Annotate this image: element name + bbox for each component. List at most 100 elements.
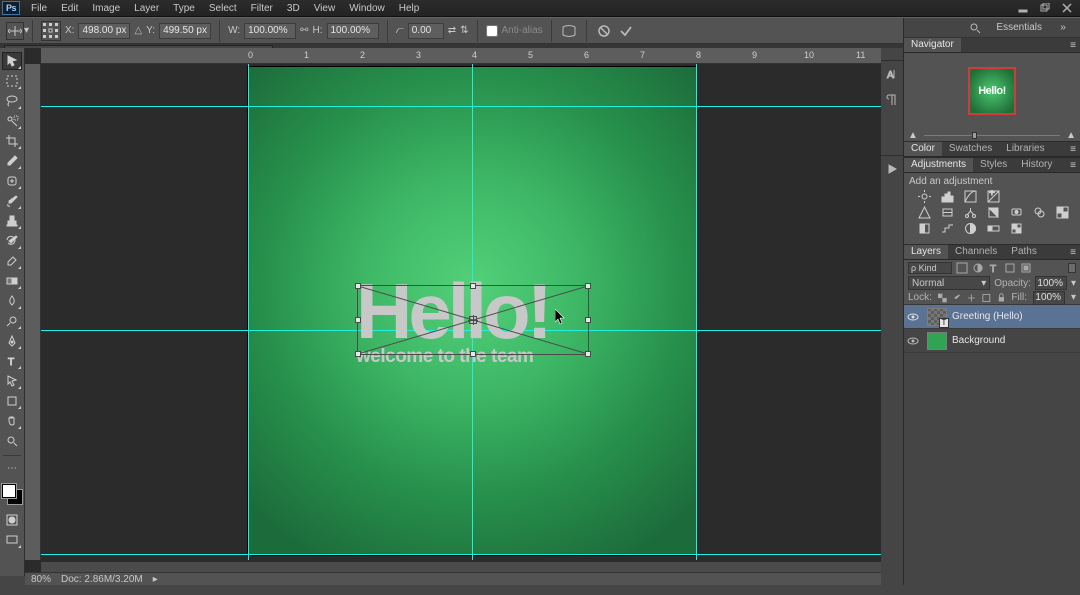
channel-mixer-adj-icon[interactable] <box>1032 206 1046 218</box>
menu-image[interactable]: Image <box>85 1 127 16</box>
filter-adjust-icon[interactable] <box>972 262 984 274</box>
visibility-toggle-icon[interactable] <box>904 311 922 323</box>
tab-history[interactable]: History <box>1014 158 1059 172</box>
panel-menu-icon[interactable]: ≡ <box>1066 142 1080 156</box>
link-wh-icon[interactable]: ⚯ <box>300 25 308 36</box>
panel-menu-icon[interactable]: ≡ <box>1066 38 1080 52</box>
transform-handle[interactable] <box>585 317 591 323</box>
quick-mask-icon[interactable] <box>2 511 22 529</box>
reference-point-icon[interactable] <box>41 21 61 41</box>
menu-select[interactable]: Select <box>202 1 244 16</box>
menu-view[interactable]: View <box>307 1 343 16</box>
move-tool-icon[interactable] <box>2 52 22 70</box>
menu-window[interactable]: Window <box>342 1 392 16</box>
hue-sat-adj-icon[interactable] <box>940 206 954 218</box>
visibility-toggle-icon[interactable] <box>904 335 922 347</box>
h-field[interactable]: 100.00% <box>327 23 379 39</box>
opacity-field[interactable]: 100% <box>1035 276 1067 290</box>
type-tool-icon[interactable]: T <box>2 352 22 370</box>
zoom-tool-icon[interactable] <box>2 432 22 450</box>
paragraph-panel-icon[interactable] <box>882 89 902 111</box>
x-field[interactable]: 498.00 px <box>78 23 130 39</box>
marquee-tool-icon[interactable] <box>2 72 22 90</box>
guide-vertical[interactable] <box>696 64 697 560</box>
layer-row[interactable]: T Greeting (Hello) <box>904 305 1080 329</box>
menu-help[interactable]: Help <box>392 1 427 16</box>
status-zoom[interactable]: 80% <box>31 574 51 585</box>
posterize-adj-icon[interactable] <box>940 222 954 234</box>
transform-pivot-icon[interactable] <box>469 316 477 324</box>
shear-h-icon[interactable]: ⇄ <box>448 25 456 36</box>
swap-xy-icon[interactable]: △ <box>134 25 142 36</box>
filter-pixel-icon[interactable] <box>956 262 968 274</box>
layer-name[interactable]: Greeting (Hello) <box>952 311 1023 322</box>
transform-handle[interactable] <box>470 351 476 357</box>
cancel-transform-icon[interactable] <box>595 22 613 40</box>
tab-navigator[interactable]: Navigator <box>904 38 961 52</box>
color-balance-adj-icon[interactable] <box>963 206 977 218</box>
edit-toolbar-icon[interactable]: ⋯ <box>2 459 22 477</box>
collapse-panels-icon[interactable]: » <box>1052 20 1074 36</box>
transform-handle[interactable] <box>355 351 361 357</box>
stamp-tool-icon[interactable] <box>2 212 22 230</box>
tab-styles[interactable]: Styles <box>973 158 1014 172</box>
status-flyout-icon[interactable]: ▸ <box>153 574 158 585</box>
lock-artboard-icon[interactable] <box>982 293 991 303</box>
window-minimize-icon[interactable] <box>1012 1 1034 15</box>
bw-adj-icon[interactable] <box>986 206 1000 218</box>
transform-tool-icon[interactable]: ▾ <box>6 22 24 40</box>
lock-all-icon[interactable] <box>997 293 1006 303</box>
guide-vertical[interactable] <box>248 64 249 560</box>
blend-mode-select[interactable]: Normal▾ <box>908 276 990 290</box>
layer-name[interactable]: Background <box>952 335 1005 346</box>
eyedropper-tool-icon[interactable] <box>2 152 22 170</box>
levels-adj-icon[interactable] <box>940 190 954 202</box>
workspace-label[interactable]: Essentials <box>992 21 1046 34</box>
lock-pixels-icon[interactable] <box>953 293 962 303</box>
menu-file[interactable]: File <box>24 1 54 16</box>
transform-handle[interactable] <box>355 317 361 323</box>
actions-panel-icon[interactable] <box>882 158 902 180</box>
tab-libraries[interactable]: Libraries <box>999 142 1051 156</box>
gradient-tool-icon[interactable] <box>2 272 22 290</box>
panel-menu-icon[interactable]: ≡ <box>1066 245 1080 259</box>
hand-tool-icon[interactable] <box>2 412 22 430</box>
color-swatches[interactable] <box>1 483 23 505</box>
layer-filter-kind[interactable]: ρ Kind <box>908 262 952 274</box>
curves-adj-icon[interactable] <box>963 190 977 202</box>
tab-adjustments[interactable]: Adjustments <box>904 158 973 172</box>
menu-type[interactable]: Type <box>166 1 202 16</box>
exposure-adj-icon[interactable]: + <box>986 190 1000 202</box>
color-lookup-adj-icon[interactable] <box>1055 206 1069 218</box>
gradient-map-adj-icon[interactable] <box>986 222 1000 234</box>
quick-select-tool-icon[interactable] <box>2 112 22 130</box>
w-field[interactable]: 100.00% <box>244 23 296 39</box>
lock-transparency-icon[interactable] <box>938 293 947 303</box>
crop-tool-icon[interactable] <box>2 132 22 150</box>
invert-adj-icon[interactable] <box>917 222 931 234</box>
selective-color-adj-icon[interactable] <box>1009 222 1023 234</box>
search-icon[interactable] <box>964 20 986 36</box>
lasso-tool-icon[interactable] <box>2 92 22 110</box>
horizontal-ruler[interactable]: 0 1 2 3 4 5 6 7 8 9 10 11 <box>41 48 881 64</box>
tab-color[interactable]: Color <box>904 142 942 156</box>
eraser-tool-icon[interactable] <box>2 252 22 270</box>
navigator-preview[interactable]: Hello! <box>904 53 1080 129</box>
vibrance-adj-icon[interactable] <box>917 206 931 218</box>
guide-horizontal[interactable] <box>41 554 881 555</box>
shape-tool-icon[interactable] <box>2 392 22 410</box>
tab-paths[interactable]: Paths <box>1004 245 1044 259</box>
window-close-icon[interactable] <box>1056 1 1078 15</box>
history-brush-tool-icon[interactable] <box>2 232 22 250</box>
y-field[interactable]: 499.50 px <box>159 23 211 39</box>
pen-tool-icon[interactable] <box>2 332 22 350</box>
filter-toggle[interactable] <box>1068 263 1076 273</box>
character-panel-icon[interactable]: A <box>882 63 902 85</box>
filter-smart-icon[interactable] <box>1020 262 1032 274</box>
vertical-ruler[interactable] <box>25 64 41 560</box>
brightness-adj-icon[interactable] <box>917 190 931 202</box>
tab-swatches[interactable]: Swatches <box>942 142 999 156</box>
layer-row[interactable]: Background <box>904 329 1080 353</box>
menu-3d[interactable]: 3D <box>280 1 307 16</box>
canvas-area[interactable]: Hello! welcome to the team <box>41 64 881 560</box>
